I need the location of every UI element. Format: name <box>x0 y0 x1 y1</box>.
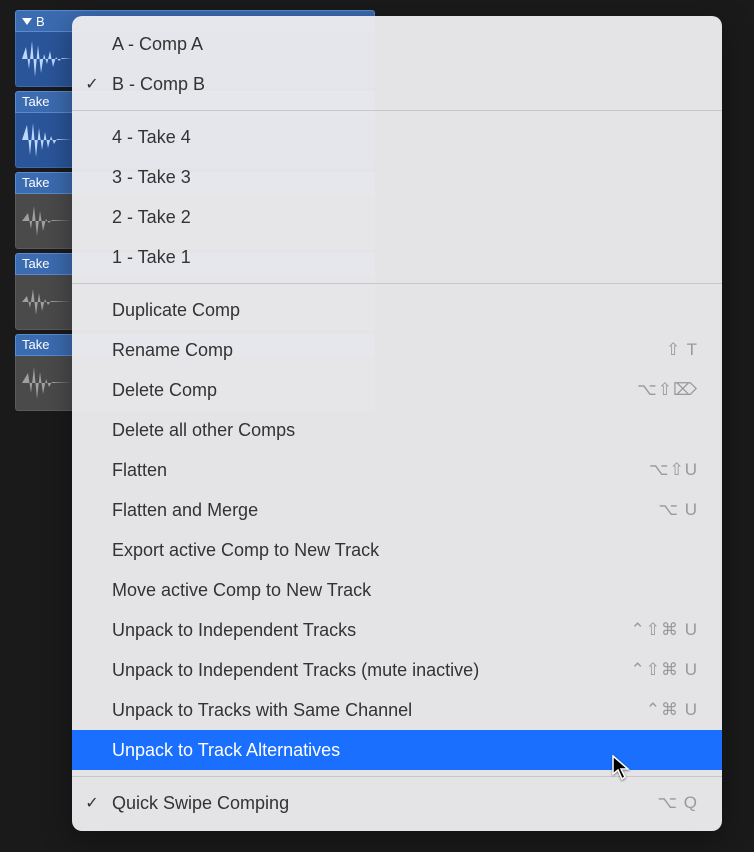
take-item-3[interactable]: 1 - Take 1 <box>72 237 722 277</box>
take-folder-context-menu: A - Comp A✓B - Comp B4 - Take 43 - Take … <box>72 16 722 831</box>
checkmark-icon: ✓ <box>72 74 112 94</box>
action-item-8[interactable]: Unpack to Independent Tracks⌃⇧⌘ U <box>72 610 722 650</box>
keyboard-shortcut: ⌃⌘ U <box>646 700 698 720</box>
waveform-icon <box>22 201 72 241</box>
menu-item-label: Duplicate Comp <box>112 300 698 321</box>
menu-item-label: Rename Comp <box>112 340 666 361</box>
disclosure-triangle-icon[interactable] <box>22 18 32 25</box>
menu-item-label: Export active Comp to New Track <box>112 540 698 561</box>
menu-item-label: 4 - Take 4 <box>112 127 698 148</box>
footer-item-0[interactable]: ✓Quick Swipe Comping⌥ Q <box>72 783 722 823</box>
action-item-6[interactable]: Export active Comp to New Track <box>72 530 722 570</box>
menu-item-label: Move active Comp to New Track <box>112 580 698 601</box>
menu-item-label: 1 - Take 1 <box>112 247 698 268</box>
waveform-icon <box>22 39 72 79</box>
take-item-0[interactable]: 4 - Take 4 <box>72 117 722 157</box>
menu-separator <box>72 283 722 284</box>
action-item-1[interactable]: Rename Comp⇧ T <box>72 330 722 370</box>
menu-item-label: Unpack to Tracks with Same Channel <box>112 700 646 721</box>
comp-item-1[interactable]: ✓B - Comp B <box>72 64 722 104</box>
menu-item-label: 2 - Take 2 <box>112 207 698 228</box>
action-item-5[interactable]: Flatten and Merge⌥ U <box>72 490 722 530</box>
action-item-2[interactable]: Delete Comp⌥⇧⌦ <box>72 370 722 410</box>
action-item-7[interactable]: Move active Comp to New Track <box>72 570 722 610</box>
keyboard-shortcut: ⌥ U <box>658 500 698 520</box>
keyboard-shortcut: ⌥ Q <box>657 793 698 813</box>
keyboard-shortcut: ⌥⇧U <box>649 460 698 480</box>
action-item-3[interactable]: Delete all other Comps <box>72 410 722 450</box>
menu-item-label: 3 - Take 3 <box>112 167 698 188</box>
menu-item-label: Quick Swipe Comping <box>112 793 657 814</box>
waveform-icon <box>22 282 72 322</box>
take-item-2[interactable]: 2 - Take 2 <box>72 197 722 237</box>
keyboard-shortcut: ⇧ T <box>666 340 698 360</box>
menu-separator <box>72 776 722 777</box>
menu-item-label: Flatten <box>112 460 649 481</box>
action-item-10[interactable]: Unpack to Tracks with Same Channel⌃⌘ U <box>72 690 722 730</box>
comp-track-label: B <box>36 14 45 29</box>
keyboard-shortcut: ⌃⇧⌘ U <box>631 660 699 680</box>
menu-item-label: Unpack to Independent Tracks (mute inact… <box>112 660 631 681</box>
menu-separator <box>72 110 722 111</box>
action-item-9[interactable]: Unpack to Independent Tracks (mute inact… <box>72 650 722 690</box>
action-item-0[interactable]: Duplicate Comp <box>72 290 722 330</box>
waveform-icon <box>22 363 72 403</box>
comp-item-0[interactable]: A - Comp A <box>72 24 722 64</box>
action-item-11[interactable]: Unpack to Track Alternatives <box>72 730 722 770</box>
menu-item-label: Unpack to Track Alternatives <box>112 740 698 761</box>
menu-item-label: Delete all other Comps <box>112 420 698 441</box>
keyboard-shortcut: ⌃⇧⌘ U <box>631 620 699 640</box>
menu-item-label: Delete Comp <box>112 380 637 401</box>
menu-item-label: B - Comp B <box>112 74 698 95</box>
keyboard-shortcut: ⌥⇧⌦ <box>637 380 698 400</box>
menu-item-label: Flatten and Merge <box>112 500 658 521</box>
checkmark-icon: ✓ <box>72 793 112 813</box>
take-item-1[interactable]: 3 - Take 3 <box>72 157 722 197</box>
menu-item-label: A - Comp A <box>112 34 698 55</box>
menu-item-label: Unpack to Independent Tracks <box>112 620 631 641</box>
action-item-4[interactable]: Flatten⌥⇧U <box>72 450 722 490</box>
waveform-icon <box>22 120 72 160</box>
